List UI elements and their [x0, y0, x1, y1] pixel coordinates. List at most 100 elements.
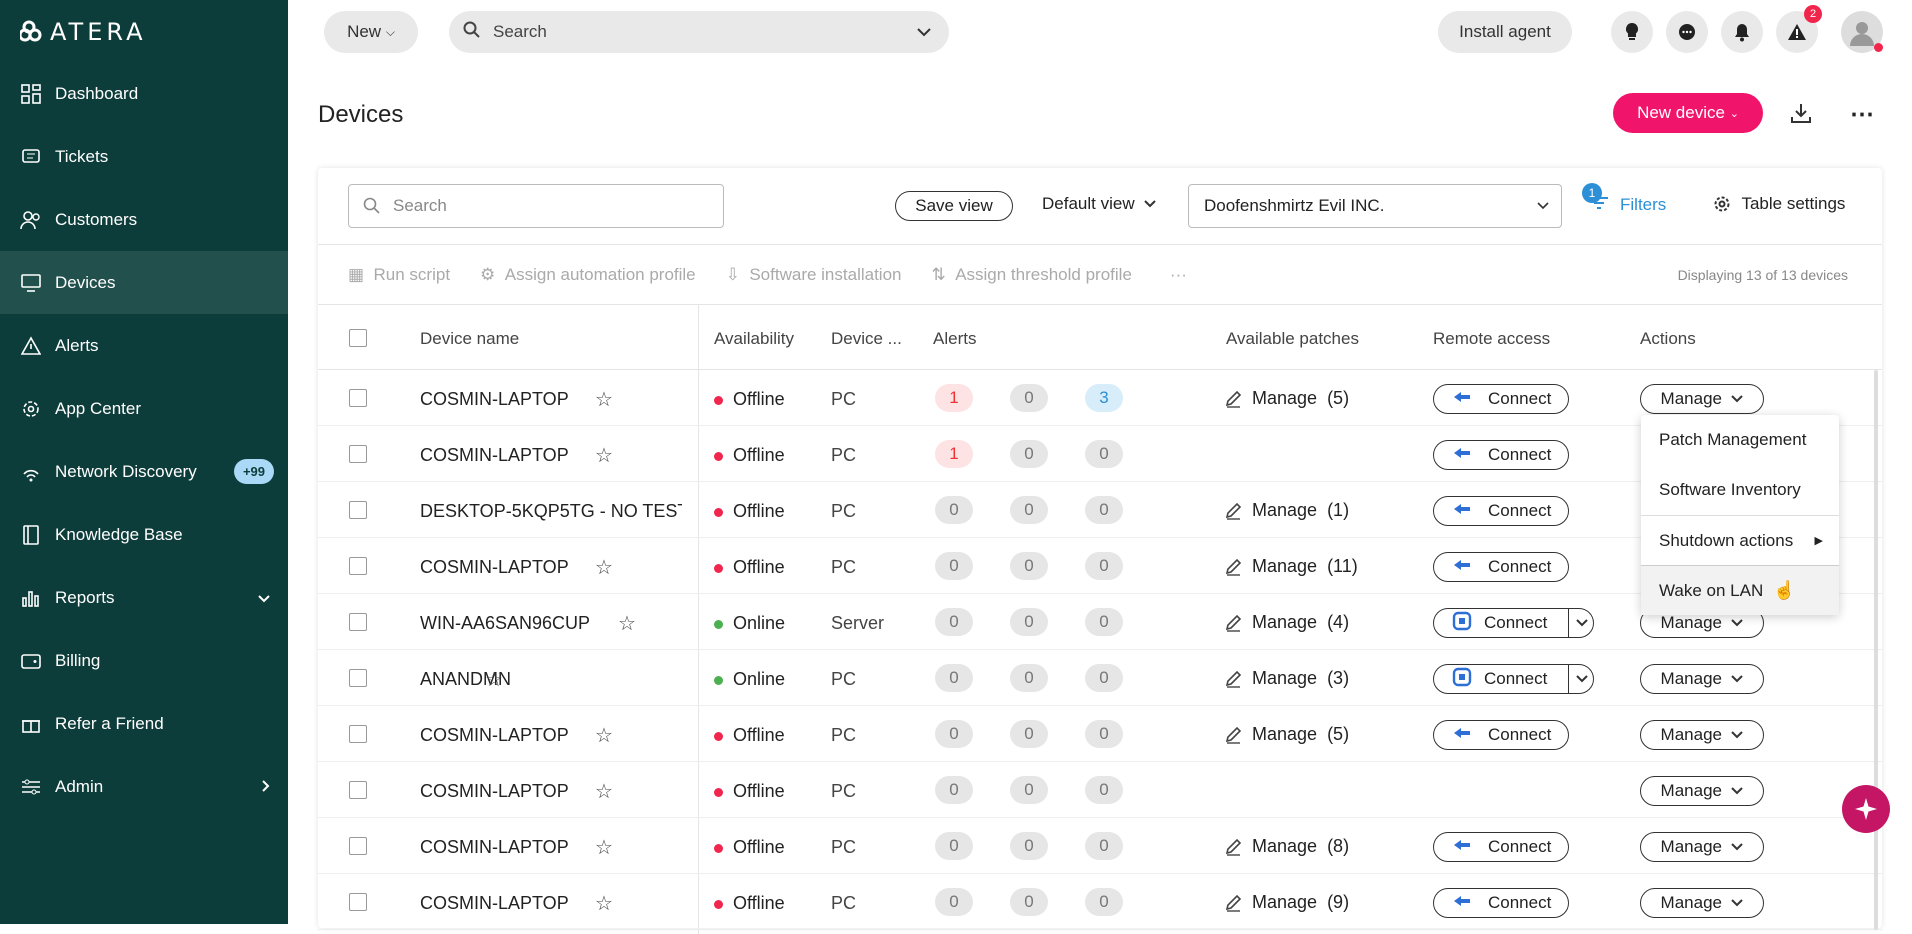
- manage-patches-link[interactable]: Manage (3): [1224, 668, 1349, 689]
- star-icon[interactable]: ☆: [595, 555, 613, 580]
- alert-info-count[interactable]: 0: [1085, 888, 1123, 916]
- atera-logo[interactable]: ATERA: [20, 16, 175, 46]
- connect-button[interactable]: Connect: [1433, 440, 1569, 470]
- alert-triangle-icon[interactable]: 2: [1776, 5, 1822, 53]
- alert-warning-count[interactable]: 0: [1010, 832, 1048, 860]
- lightbulb-icon[interactable]: [1611, 11, 1653, 53]
- star-icon[interactable]: ☆: [595, 443, 613, 468]
- alert-critical-count[interactable]: 0: [935, 608, 973, 636]
- alert-warning-count[interactable]: 0: [1010, 384, 1048, 412]
- connect-button[interactable]: Connect: [1433, 496, 1569, 526]
- connect-options-toggle[interactable]: [1568, 609, 1595, 637]
- sidebar-item-refer-a-friend[interactable]: Refer a Friend: [0, 692, 288, 755]
- alert-warning-count[interactable]: 0: [1010, 888, 1048, 916]
- header-available-patches[interactable]: Available patches: [1226, 329, 1359, 349]
- manage-patches-link[interactable]: Manage (9): [1224, 892, 1349, 913]
- connect-button[interactable]: Connect: [1433, 720, 1569, 750]
- menu-item-patch-management[interactable]: Patch Management: [1641, 415, 1839, 465]
- alert-critical-count[interactable]: 0: [935, 496, 973, 524]
- menu-item-software-inventory[interactable]: Software Inventory: [1641, 465, 1839, 515]
- table-settings-button[interactable]: Table settings: [1712, 194, 1845, 214]
- connect-button[interactable]: Connect: [1433, 552, 1569, 582]
- assign-threshold-button[interactable]: ⇅ Assign threshold profile: [931, 265, 1131, 285]
- alert-info-count[interactable]: 0: [1085, 496, 1123, 524]
- alert-critical-count[interactable]: 0: [935, 832, 973, 860]
- row-checkbox[interactable]: [349, 781, 367, 799]
- manage-button[interactable]: Manage: [1640, 720, 1764, 750]
- table-row[interactable]: ANANDMN ☆ Online PC 0 0 0 Manage (3) Connect Man…: [318, 650, 1882, 706]
- bell-icon[interactable]: [1721, 11, 1763, 53]
- sidebar-item-reports[interactable]: Reports: [0, 566, 288, 629]
- alert-info-count[interactable]: 0: [1085, 720, 1123, 748]
- manage-button[interactable]: Manage: [1640, 384, 1764, 414]
- chevron-right-icon[interactable]: [262, 779, 270, 795]
- header-availability[interactable]: Availability: [714, 329, 794, 349]
- manage-patches-link[interactable]: Manage (4): [1224, 612, 1349, 633]
- device-name[interactable]: DESKTOP-5KQP5TG - NO TEST: [420, 501, 682, 522]
- more-options-icon[interactable]: ⋯: [1850, 100, 1875, 129]
- row-checkbox[interactable]: [349, 893, 367, 911]
- connect-button[interactable]: Connect: [1433, 888, 1569, 918]
- run-script-button[interactable]: ▦ Run script: [348, 265, 450, 285]
- sidebar-item-admin[interactable]: Admin: [0, 755, 288, 818]
- manage-button[interactable]: Manage: [1640, 832, 1764, 862]
- alert-critical-count[interactable]: 0: [935, 776, 973, 804]
- device-name[interactable]: WIN-AA6SAN96CUP: [420, 613, 590, 634]
- header-alerts[interactable]: Alerts: [933, 329, 976, 349]
- header-device-name[interactable]: Device name: [420, 329, 519, 349]
- table-row[interactable]: COSMIN-LAPTOP ☆ Offline PC 0 0 0 Manage (5) Con…: [318, 706, 1882, 762]
- alert-critical-count[interactable]: 0: [935, 664, 973, 692]
- device-name[interactable]: COSMIN-LAPTOP: [420, 725, 569, 746]
- customer-select[interactable]: Doofenshmirtz Evil INC.: [1188, 184, 1562, 228]
- connect-button[interactable]: Connect: [1433, 384, 1569, 414]
- row-checkbox[interactable]: [349, 557, 367, 575]
- save-view-button[interactable]: Save view: [895, 191, 1013, 221]
- alert-info-count[interactable]: 0: [1085, 608, 1123, 636]
- alert-warning-count[interactable]: 0: [1010, 496, 1048, 524]
- device-name[interactable]: COSMIN-LAPTOP: [420, 837, 569, 858]
- ai-assistant-button[interactable]: [1842, 785, 1890, 833]
- star-icon[interactable]: ☆: [618, 611, 636, 636]
- sidebar-item-knowledge-base[interactable]: Knowledge Base: [0, 503, 288, 566]
- filters-button[interactable]: 1 Filters: [1582, 183, 1666, 217]
- star-icon[interactable]: ☆: [595, 835, 613, 860]
- device-name[interactable]: COSMIN-LAPTOP: [420, 781, 569, 802]
- alert-critical-count[interactable]: 1: [935, 384, 973, 412]
- alert-info-count[interactable]: 0: [1085, 552, 1123, 580]
- default-view-dropdown[interactable]: Default view: [1042, 194, 1156, 214]
- manage-patches-link[interactable]: Manage (5): [1224, 724, 1349, 745]
- global-search[interactable]: Search: [449, 11, 949, 53]
- sidebar-item-billing[interactable]: Billing: [0, 629, 288, 692]
- device-name[interactable]: COSMIN-LAPTOP: [420, 445, 569, 466]
- manage-patches-link[interactable]: Manage (8): [1224, 836, 1349, 857]
- connect-options-toggle[interactable]: [1568, 665, 1595, 693]
- header-device-type[interactable]: Device ...: [831, 329, 902, 349]
- alert-critical-count[interactable]: 0: [935, 552, 973, 580]
- table-row[interactable]: COSMIN-LAPTOP ☆ Offline PC 0 0 0 Manage (8) Con…: [318, 818, 1882, 874]
- alert-critical-count[interactable]: 0: [935, 888, 973, 916]
- avatar[interactable]: [1841, 11, 1883, 53]
- row-checkbox[interactable]: [349, 501, 367, 519]
- assign-automation-button[interactable]: ⚙ Assign automation profile: [480, 265, 696, 285]
- sidebar-item-dashboard[interactable]: Dashboard: [0, 62, 288, 125]
- row-checkbox[interactable]: [349, 389, 367, 407]
- sidebar-item-app-center[interactable]: App Center: [0, 377, 288, 440]
- software-installation-button[interactable]: ⇩ Software installation: [726, 265, 902, 285]
- sidebar-item-devices[interactable]: Devices: [0, 251, 288, 314]
- manage-patches-link[interactable]: Manage (11): [1224, 556, 1358, 577]
- row-checkbox[interactable]: [349, 445, 367, 463]
- table-row[interactable]: COSMIN-LAPTOP ☆ Offline PC 0 0 0 Manage: [318, 762, 1882, 818]
- manage-button[interactable]: Manage: [1640, 664, 1764, 694]
- alert-info-count[interactable]: 0: [1085, 776, 1123, 804]
- star-icon[interactable]: ☆: [595, 387, 613, 412]
- device-name[interactable]: COSMIN-LAPTOP: [420, 893, 569, 914]
- sidebar-item-tickets[interactable]: Tickets: [0, 125, 288, 188]
- alert-info-count[interactable]: 0: [1085, 664, 1123, 692]
- row-checkbox[interactable]: [349, 669, 367, 687]
- star-icon[interactable]: ☆: [595, 891, 613, 916]
- alert-warning-count[interactable]: 0: [1010, 664, 1048, 692]
- sidebar-item-alerts[interactable]: Alerts: [0, 314, 288, 377]
- install-agent-button[interactable]: Install agent: [1438, 11, 1572, 53]
- row-checkbox[interactable]: [349, 837, 367, 855]
- menu-item-wake-on-lan[interactable]: Wake on LAN ☝: [1641, 565, 1839, 615]
